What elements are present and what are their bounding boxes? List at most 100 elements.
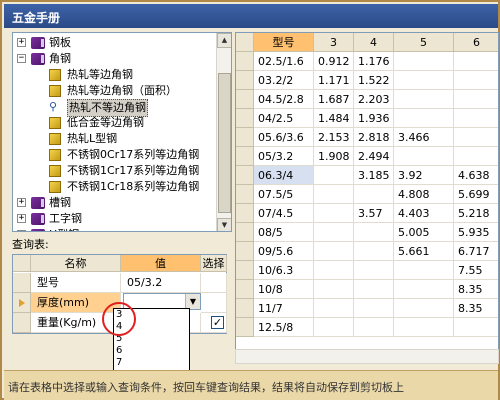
grid-cell[interactable]: 6.717 [454, 242, 498, 261]
tree-node[interactable]: + 工字钢 [13, 211, 217, 227]
grid-cell[interactable]: 04/2.5 [254, 109, 314, 128]
grid-cell[interactable] [354, 280, 394, 299]
tree-node[interactable]: − 角钢 [13, 51, 217, 67]
grid-cell[interactable]: 8.35 [454, 299, 498, 318]
grid-cell[interactable] [314, 166, 354, 185]
tree-node[interactable]: ⚲ 热轧不等边角钢 [13, 99, 217, 117]
data-grid[interactable]: 型号 3 4 5 6 02.5/1.6 0.912 1.176 03.2/2 1.171 1.522… [235, 32, 499, 350]
expand-icon[interactable]: + [17, 230, 26, 231]
dropdown-arrow-icon[interactable]: ▼ [185, 294, 200, 309]
grid-cell[interactable] [394, 261, 454, 280]
grid-cell[interactable] [354, 299, 394, 318]
grid-cell[interactable]: 04.5/2.8 [254, 90, 314, 109]
grid-cell[interactable] [314, 185, 354, 204]
grid-cell[interactable] [314, 318, 354, 337]
grid-column-header[interactable]: 型号 [254, 33, 314, 52]
grid-cell[interactable]: 3.185 [354, 166, 394, 185]
grid-cell[interactable]: 10/6.3 [254, 261, 314, 280]
expand-icon[interactable]: + [17, 214, 26, 223]
grid-cell[interactable]: 5.005 [394, 223, 454, 242]
tree-node[interactable]: 不锈钢1Cr17系列等边角钢 [13, 163, 217, 179]
grid-cell[interactable]: 12.5/8 [254, 318, 314, 337]
tree-node[interactable]: 不锈钢0Cr17系列等边角钢 [13, 147, 217, 163]
grid-cell[interactable]: 0.912 [314, 52, 354, 71]
grid-column-header[interactable]: 6 [454, 33, 498, 52]
category-tree[interactable]: + 钢板 − 角钢 热轧等边角钢 热轧等边角钢（面积） ⚲ 热轧不等边角钢 低合金等边角钢 热轧L… [12, 32, 232, 232]
grid-cell[interactable]: 7.55 [454, 261, 498, 280]
weight-select-checkbox[interactable]: ✓ [211, 316, 224, 329]
query-row-value[interactable]: 05/3.2 [121, 273, 201, 293]
tree-node[interactable]: 热轧等边角钢（面积） [13, 83, 217, 99]
grid-cell[interactable]: 1.522 [354, 71, 394, 90]
grid-cell[interactable] [394, 90, 454, 109]
grid-cell[interactable]: 1.908 [314, 147, 354, 166]
grid-cell[interactable] [314, 204, 354, 223]
grid-cell[interactable]: 2.203 [354, 90, 394, 109]
grid-cell[interactable]: 1.484 [314, 109, 354, 128]
grid-cell[interactable] [354, 261, 394, 280]
tree-node[interactable]: 低合金等边角钢 [13, 115, 217, 131]
grid-cell[interactable]: 3.92 [394, 166, 454, 185]
tree-scrollbar[interactable]: ▲ ▼ [216, 33, 231, 231]
tree-node[interactable]: + 槽钢 [13, 195, 217, 211]
grid-cell[interactable] [394, 299, 454, 318]
grid-cell[interactable] [394, 71, 454, 90]
tree-node[interactable]: 热轧等边角钢 [13, 67, 217, 83]
expand-icon[interactable]: + [17, 38, 26, 47]
grid-cell[interactable]: 4.808 [394, 185, 454, 204]
grid-cell[interactable]: 1.687 [314, 90, 354, 109]
grid-cell[interactable]: 8.35 [454, 280, 498, 299]
grid-cell[interactable] [394, 52, 454, 71]
tree-node[interactable]: + H型钢 [13, 227, 217, 231]
grid-cell[interactable] [454, 90, 498, 109]
dropdown-option[interactable]: 7 [114, 357, 189, 369]
grid-cell[interactable]: 06.3/4 [254, 166, 314, 185]
grid-horizontal-scrollbar[interactable] [235, 349, 499, 364]
grid-cell[interactable]: 5.218 [454, 204, 498, 223]
grid-cell[interactable] [394, 109, 454, 128]
grid-cell[interactable]: 3.466 [394, 128, 454, 147]
grid-cell[interactable] [454, 52, 498, 71]
tree-node[interactable]: 不锈钢1Cr18系列等边角钢 [13, 179, 217, 195]
grid-cell[interactable]: 09/5.6 [254, 242, 314, 261]
grid-cell[interactable]: 2.818 [354, 128, 394, 147]
tree-node[interactable]: + 钢板 [13, 35, 217, 51]
grid-cell[interactable] [394, 147, 454, 166]
dropdown-option[interactable]: 6 [114, 345, 189, 357]
grid-cell[interactable]: 08/5 [254, 223, 314, 242]
grid-cell[interactable]: 5.661 [394, 242, 454, 261]
scroll-down-icon[interactable]: ▼ [217, 218, 231, 231]
grid-cell[interactable] [314, 261, 354, 280]
grid-cell[interactable]: 1.176 [354, 52, 394, 71]
grid-cell[interactable] [454, 71, 498, 90]
grid-cell[interactable] [354, 242, 394, 261]
grid-cell[interactable]: 03.2/2 [254, 71, 314, 90]
grid-column-header[interactable]: 3 [314, 33, 354, 52]
grid-cell[interactable]: 05/3.2 [254, 147, 314, 166]
expand-icon[interactable]: + [17, 198, 26, 207]
grid-cell[interactable] [354, 318, 394, 337]
grid-cell[interactable] [354, 185, 394, 204]
grid-cell[interactable]: 02.5/1.6 [254, 52, 314, 71]
grid-cell[interactable]: 05.6/3.6 [254, 128, 314, 147]
scroll-up-icon[interactable]: ▲ [217, 33, 231, 48]
query-row-select[interactable] [201, 293, 227, 313]
grid-cell[interactable] [354, 223, 394, 242]
grid-cell[interactable] [454, 147, 498, 166]
grid-cell[interactable] [314, 223, 354, 242]
grid-cell[interactable] [454, 128, 498, 147]
grid-cell[interactable]: 5.699 [454, 185, 498, 204]
grid-cell[interactable] [314, 280, 354, 299]
grid-cell[interactable]: 1.171 [314, 71, 354, 90]
grid-cell[interactable]: 2.153 [314, 128, 354, 147]
query-row-select[interactable] [201, 273, 227, 293]
grid-cell[interactable]: 07.5/5 [254, 185, 314, 204]
grid-column-header[interactable]: 4 [354, 33, 394, 52]
collapse-icon[interactable]: − [17, 54, 26, 63]
grid-cell[interactable] [394, 318, 454, 337]
grid-cell[interactable] [454, 109, 498, 128]
grid-cell[interactable]: 3.57 [354, 204, 394, 223]
grid-cell[interactable]: 1.936 [354, 109, 394, 128]
grid-cell[interactable]: 11/7 [254, 299, 314, 318]
grid-cell[interactable] [314, 299, 354, 318]
